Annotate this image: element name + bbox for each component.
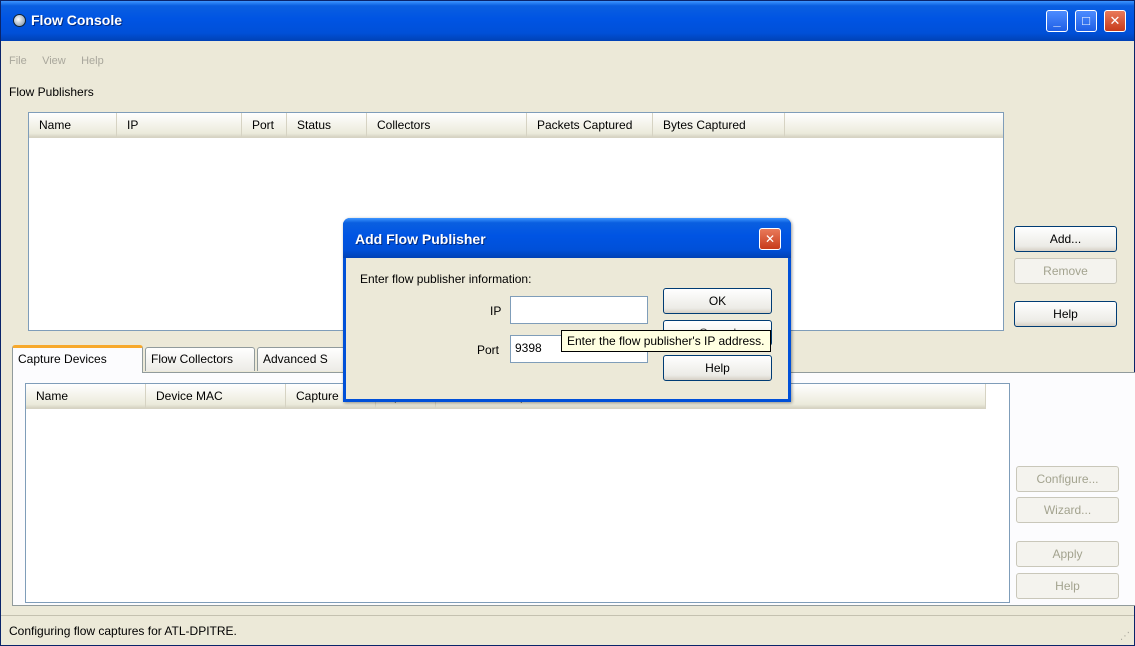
status-bar: Configuring flow captures for ATL-DPITRE…	[1, 615, 1134, 645]
add-button[interactable]: Add...	[1014, 226, 1117, 252]
dialog-close-button[interactable]: ✕	[759, 228, 781, 250]
publishers-list-header: Name IP Port Status Collectors Packets C…	[29, 113, 1003, 138]
ip-input[interactable]	[510, 296, 648, 324]
dialog-help-button[interactable]: Help	[663, 355, 772, 381]
minimize-button[interactable]: _	[1046, 10, 1068, 32]
dialog-title: Add Flow Publisher	[355, 231, 486, 247]
dialog-prompt: Enter flow publisher information:	[360, 272, 532, 286]
tab-capture-devices[interactable]: Capture Devices	[12, 345, 143, 373]
tab-flow-collectors[interactable]: Flow Collectors	[145, 347, 255, 371]
port-label: Port	[477, 343, 500, 357]
column-collectors[interactable]: Collectors	[367, 113, 527, 138]
column-device-mac[interactable]: Device MAC	[146, 384, 286, 409]
app-icon	[13, 14, 26, 27]
title-bar[interactable]: Flow Console _ □ ✕	[1, 1, 1134, 41]
menu-view[interactable]: View	[42, 55, 66, 67]
dialog-title-bar[interactable]: Add Flow Publisher ✕	[343, 218, 791, 258]
column-name[interactable]: Name	[29, 113, 117, 138]
close-button[interactable]: ✕	[1104, 10, 1126, 32]
window-title: Flow Console	[31, 12, 122, 28]
configure-button[interactable]: Configure...	[1016, 466, 1119, 492]
resize-grip-icon[interactable]: ⋰	[1120, 631, 1130, 642]
menu-help[interactable]: Help	[81, 55, 104, 67]
apply-button[interactable]: Apply	[1016, 541, 1119, 567]
add-flow-publisher-dialog: Add Flow Publisher ✕ Enter flow publishe…	[343, 218, 791, 402]
remove-button[interactable]: Remove	[1014, 258, 1117, 284]
wizard-button[interactable]: Wizard...	[1016, 497, 1119, 523]
column-packets-captured[interactable]: Packets Captured	[527, 113, 653, 138]
tab-panel: Name Device MAC Capture Mode Speed Devic…	[12, 372, 1135, 606]
menu-file[interactable]: File	[9, 55, 27, 67]
capture-devices-list[interactable]: Name Device MAC Capture Mode Speed Devic…	[25, 383, 1010, 603]
maximize-button[interactable]: □	[1075, 10, 1097, 32]
column-device-name[interactable]: Name	[26, 384, 146, 409]
column-port[interactable]: Port	[242, 113, 287, 138]
tab-advanced-settings[interactable]: Advanced S	[257, 347, 347, 371]
publishers-help-button[interactable]: Help	[1014, 301, 1117, 327]
status-text: Configuring flow captures for ATL-DPITRE…	[9, 624, 237, 638]
menu-bar: File View Help	[9, 53, 116, 69]
ok-button[interactable]: OK	[663, 288, 772, 314]
column-status[interactable]: Status	[287, 113, 367, 138]
ip-label: IP	[490, 304, 502, 318]
devices-help-button[interactable]: Help	[1016, 573, 1119, 599]
flow-publishers-label: Flow Publishers	[9, 85, 94, 99]
close-icon: ✕	[764, 232, 776, 246]
column-bytes-captured[interactable]: Bytes Captured	[653, 113, 785, 138]
column-ip[interactable]: IP	[117, 113, 242, 138]
ip-tooltip: Enter the flow publisher's IP address.	[561, 330, 771, 352]
flow-console-window: Flow Console _ □ ✕ File View Help Flow P…	[0, 0, 1135, 646]
